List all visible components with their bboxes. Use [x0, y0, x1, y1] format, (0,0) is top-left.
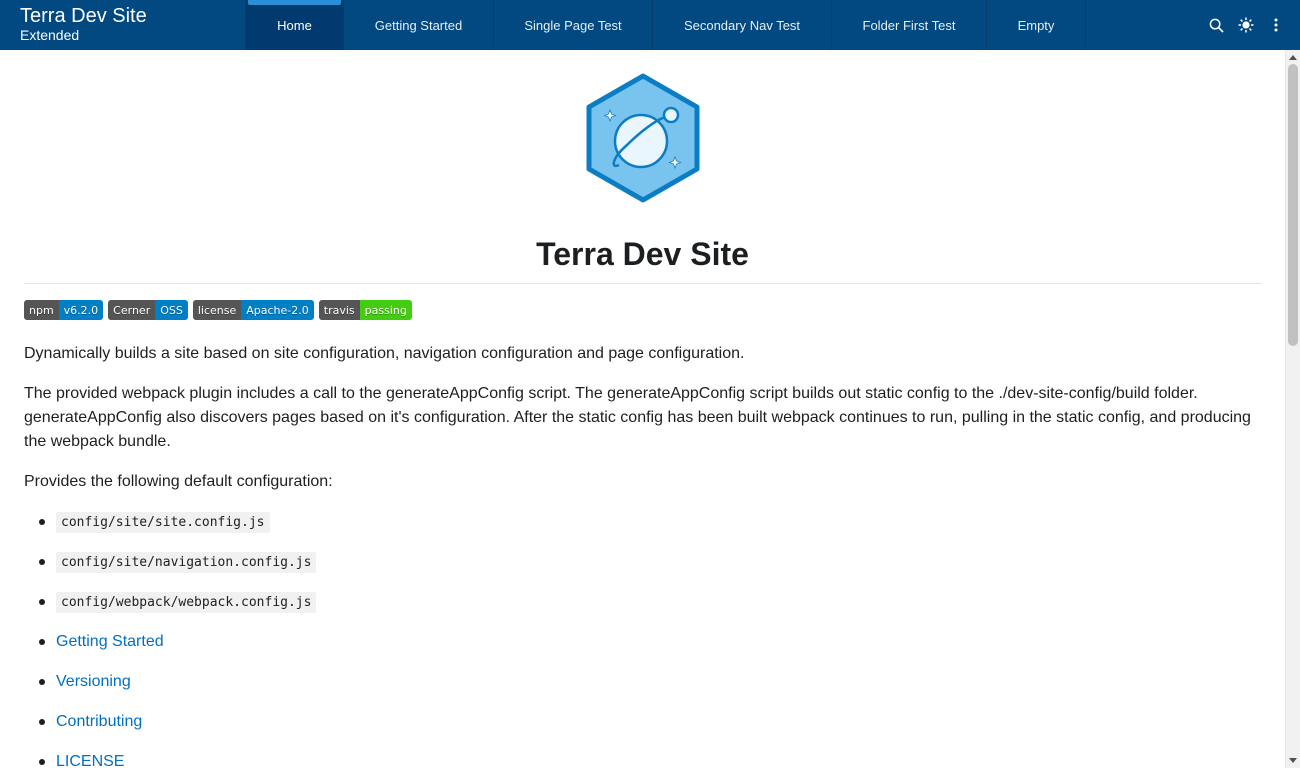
- site-title: Terra Dev Site: [20, 5, 147, 27]
- scrollbar-thumb[interactable]: [1288, 64, 1298, 346]
- theme-icon[interactable]: [1238, 17, 1254, 33]
- badge-row: npm v6.2.0 Cerner OSS license Apache-2.0…: [24, 300, 412, 320]
- tab-empty[interactable]: Empty: [987, 0, 1086, 50]
- getting-started-link[interactable]: Getting Started: [56, 633, 164, 650]
- tab-label: Getting Started: [374, 17, 463, 33]
- config-intro-paragraph: Provides the following default configura…: [24, 473, 333, 490]
- tab-single-page-test[interactable]: Single Page Test: [494, 0, 653, 50]
- search-icon[interactable]: [1208, 17, 1224, 33]
- versioning-link[interactable]: Versioning: [56, 673, 131, 690]
- terra-logo-icon: [585, 73, 701, 203]
- site-subtitle: Extended: [20, 27, 80, 43]
- main-content[interactable]: Terra Dev Site npm v6.2.0 Cerner OSS lic…: [0, 50, 1285, 768]
- list-item: config/webpack/webpack.config.js: [24, 590, 1261, 630]
- badge-label: license: [192, 300, 242, 320]
- cerner-oss-badge[interactable]: Cerner OSS: [108, 300, 188, 320]
- scroll-down-arrow-icon[interactable]: [1289, 758, 1297, 763]
- badge-value: v6.2.0: [58, 300, 104, 320]
- config-path: config/site/navigation.config.js: [56, 552, 317, 573]
- list-item: Contributing: [24, 710, 1261, 750]
- badge-value: passing: [359, 300, 412, 320]
- config-list: config/site/site.config.js config/site/n…: [24, 510, 1261, 768]
- app-header: Terra Dev Site Extended Home Getting Sta…: [0, 0, 1300, 50]
- intro-paragraph: Dynamically builds a site based on site …: [24, 345, 745, 362]
- npm-version-badge[interactable]: npm v6.2.0: [24, 300, 104, 320]
- badge-value: Apache-2.0: [241, 300, 314, 320]
- page-title: Terra Dev Site: [536, 236, 749, 272]
- badge-value: OSS: [155, 300, 188, 320]
- badge-label: npm: [24, 300, 59, 320]
- more-vertical-icon[interactable]: [1268, 17, 1284, 33]
- tab-label: Secondary Nav Test: [683, 17, 801, 33]
- contributing-link[interactable]: Contributing: [56, 713, 142, 730]
- badge-label: Cerner: [108, 300, 156, 320]
- list-item: Getting Started: [24, 630, 1261, 670]
- tab-label: Empty: [1017, 17, 1055, 33]
- header-utility-icons: [1208, 0, 1284, 50]
- primary-nav: Home Getting Started Single Page Test Se…: [246, 0, 1086, 50]
- tab-label: Single Page Test: [524, 17, 622, 33]
- config-path: config/webpack/webpack.config.js: [56, 592, 317, 613]
- tab-label: Folder First Test: [862, 17, 956, 33]
- title-divider: [24, 283, 1261, 284]
- webpack-paragraph: The provided webpack plugin includes a c…: [24, 385, 1251, 450]
- list-item: LICENSE: [24, 750, 1261, 768]
- license-link[interactable]: LICENSE: [56, 753, 124, 768]
- tab-label: Home: [277, 17, 312, 33]
- site-brand[interactable]: Terra Dev Site Extended: [0, 0, 246, 50]
- tab-secondary-nav-test[interactable]: Secondary Nav Test: [653, 0, 832, 50]
- license-badge[interactable]: license Apache-2.0: [192, 300, 314, 320]
- list-item: config/site/site.config.js: [24, 510, 1261, 550]
- list-item: config/site/navigation.config.js: [24, 550, 1261, 590]
- tab-folder-first-test[interactable]: Folder First Test: [832, 0, 987, 50]
- config-path: config/site/site.config.js: [56, 512, 270, 533]
- vertical-scrollbar[interactable]: [1285, 50, 1300, 768]
- badge-label: travis: [318, 300, 360, 320]
- tab-getting-started[interactable]: Getting Started: [344, 0, 494, 50]
- tab-home[interactable]: Home: [246, 0, 344, 50]
- scroll-up-arrow-icon[interactable]: [1289, 55, 1297, 60]
- travis-build-badge[interactable]: travis passing: [318, 300, 412, 320]
- list-item: Versioning: [24, 670, 1261, 710]
